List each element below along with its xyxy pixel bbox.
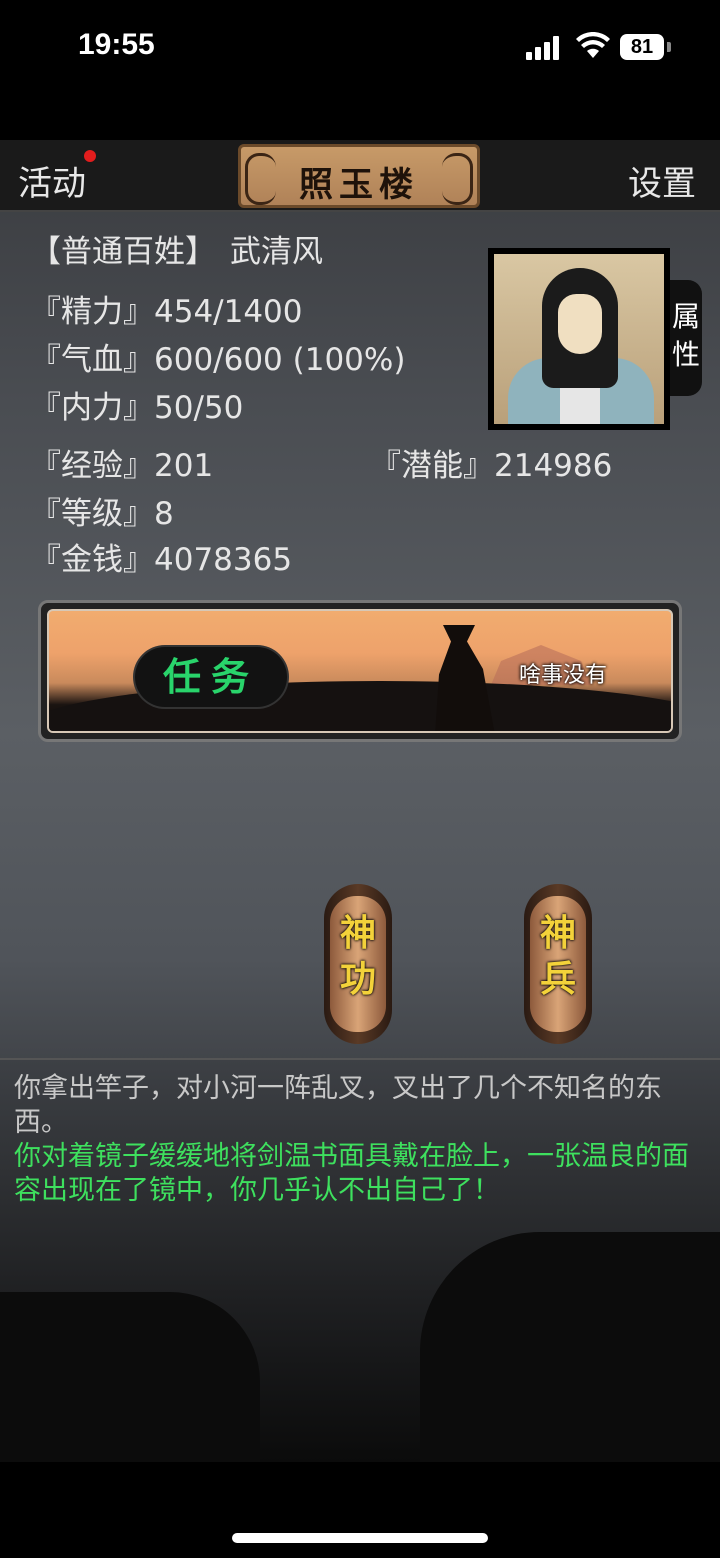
- top-bar: 活动 照玉楼 设置: [0, 140, 720, 212]
- notification-dot: [84, 150, 96, 162]
- stat-energy: 『精力』454/1400: [30, 286, 303, 331]
- message-log[interactable]: 你拿出竿子，对小河一阵乱叉，叉出了几个不知名的东西。 你对着镜子缓缓地将剑温书面…: [0, 1058, 720, 1462]
- label-char-1: 神: [539, 912, 576, 954]
- divine-skill-button[interactable]: 神 功: [324, 884, 392, 1044]
- stat-value: 214986: [494, 448, 613, 484]
- label-char-2: 功: [339, 958, 376, 1000]
- stat-value: 201: [154, 448, 214, 484]
- stat-label: 『等级』: [30, 496, 154, 532]
- battlefield-silhouette-right: [420, 1232, 720, 1462]
- divine-weapon-label: 神 兵: [524, 910, 592, 1002]
- stat-label: 『经验』: [30, 448, 154, 484]
- divine-skill-label: 神 功: [324, 910, 392, 1002]
- task-button[interactable]: 任务: [135, 647, 287, 707]
- character-name: 武清风: [230, 234, 323, 270]
- location-title-plaque: 照玉楼: [238, 144, 480, 208]
- stat-value: 454/1400: [154, 294, 303, 330]
- stat-label: 『精力』: [30, 294, 154, 330]
- battery-tip: [667, 42, 671, 52]
- location-title: 照玉楼: [299, 165, 419, 205]
- character-portrait[interactable]: [488, 248, 670, 430]
- label-char-1: 神: [339, 912, 376, 954]
- stat-value: 600/600 (100%): [154, 342, 406, 378]
- label-char-2: 兵: [539, 958, 576, 1000]
- stat-experience: 『经验』201: [30, 440, 213, 485]
- stat-value: 8: [154, 496, 174, 532]
- portrait-face: [558, 294, 602, 354]
- status-bar: 19:55 81: [0, 0, 720, 100]
- attributes-tab[interactable]: 属性: [670, 280, 702, 396]
- home-indicator[interactable]: [232, 1533, 488, 1543]
- task-label: 任务: [162, 654, 259, 699]
- stat-value: 50/50: [154, 390, 244, 426]
- task-banner-scene: 任务 啥事没有: [47, 609, 673, 733]
- log-message: 你对着镜子缓缓地将剑温书面具戴在脸上，一张温良的面容出现在了镜中，你几乎认不出自…: [14, 1141, 689, 1206]
- settings-button[interactable]: 设置: [628, 156, 696, 205]
- stat-label: 『气血』: [30, 342, 154, 378]
- task-banner[interactable]: 任务 啥事没有: [38, 600, 682, 742]
- wifi-icon: [576, 32, 610, 58]
- stat-internal-power: 『内力』50/50: [30, 382, 243, 427]
- stat-label: 『潜能』: [370, 448, 494, 484]
- stat-level: 『等级』8: [30, 488, 174, 533]
- status-time: 19:55: [78, 28, 155, 61]
- game-screen: 活动 照玉楼 设置 【普通百姓】 武清风 『精力』454/1400 『气血』60…: [0, 140, 720, 1462]
- task-status: 啥事没有: [519, 663, 608, 688]
- activity-button[interactable]: 活动: [18, 156, 86, 205]
- stat-potential: 『潜能』214986: [370, 440, 612, 485]
- battlefield-silhouette-left: [0, 1292, 260, 1462]
- battery-indicator: 81: [620, 34, 664, 60]
- character-class: 【普通百姓】: [30, 234, 216, 270]
- stat-value: 4078365: [154, 542, 293, 578]
- stat-money: 『金钱』4078365: [30, 534, 292, 579]
- stat-health: 『气血』600/600 (100%): [30, 334, 405, 379]
- cellular-signal-icon: [526, 36, 562, 60]
- stat-label: 『金钱』: [30, 542, 154, 578]
- stat-label: 『内力』: [30, 390, 154, 426]
- portrait-image: [494, 254, 664, 424]
- log-message: 你拿出竿子，对小河一阵乱叉，叉出了几个不知名的东西。: [14, 1073, 662, 1138]
- divine-weapon-button[interactable]: 神 兵: [524, 884, 592, 1044]
